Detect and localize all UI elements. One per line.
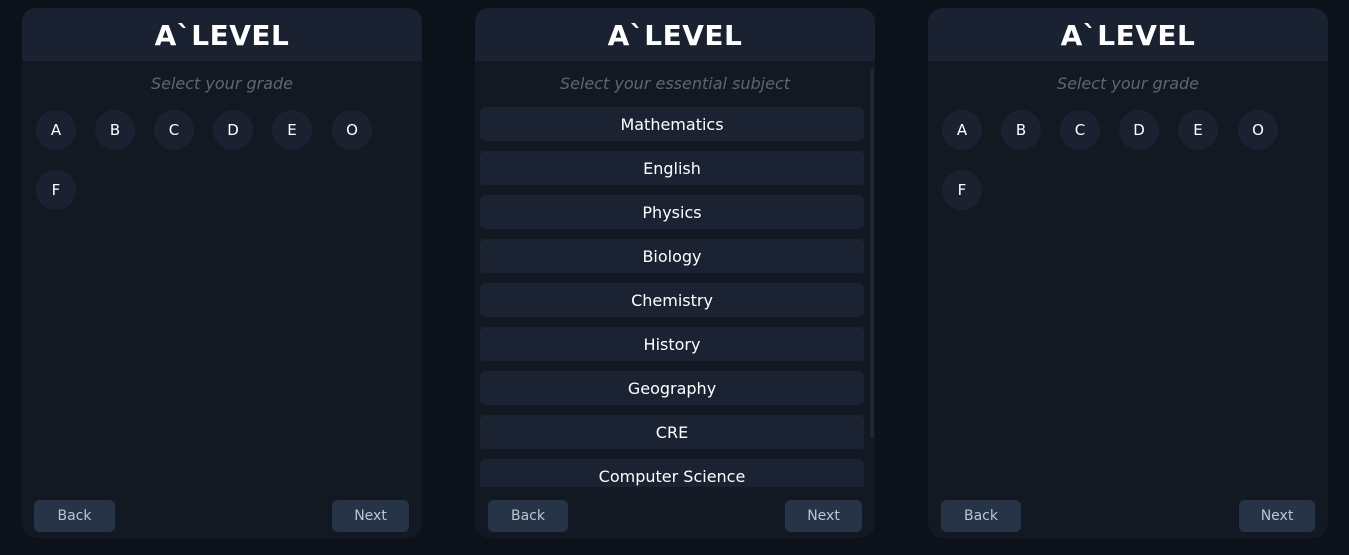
subject-option-mathematics[interactable]: Mathematics: [480, 107, 864, 141]
alevel-logo: A`LEVEL: [607, 19, 743, 52]
subject-card: A`LEVEL Select your essential subject Ma…: [475, 8, 875, 538]
grade-option-d[interactable]: D: [1119, 110, 1159, 150]
scrollbar-thumb[interactable]: [870, 68, 874, 438]
subject-option-biology[interactable]: Biology: [480, 239, 864, 273]
back-button[interactable]: Back: [488, 500, 568, 532]
card-header: A`LEVEL: [22, 8, 422, 61]
subject-option-history[interactable]: History: [480, 327, 864, 361]
subject-scrollbar[interactable]: [869, 68, 875, 438]
subject-option-geography[interactable]: Geography: [480, 371, 864, 405]
grade-option-o[interactable]: O: [1238, 110, 1278, 150]
alevel-logo: A`LEVEL: [1060, 19, 1196, 52]
next-button[interactable]: Next: [1239, 500, 1315, 532]
alevel-logo: A`LEVEL: [154, 19, 290, 52]
grade-option-f[interactable]: F: [36, 170, 76, 210]
back-button[interactable]: Back: [34, 500, 115, 532]
grade-option-b[interactable]: B: [1001, 110, 1041, 150]
grade-option-e[interactable]: E: [1178, 110, 1218, 150]
grade-option-c[interactable]: C: [1060, 110, 1100, 150]
grade-option-o[interactable]: O: [332, 110, 372, 150]
subject-option-chemistry[interactable]: Chemistry: [480, 283, 864, 317]
grade-option-b[interactable]: B: [95, 110, 135, 150]
grade-option-f[interactable]: F: [942, 170, 982, 210]
next-button[interactable]: Next: [785, 500, 862, 532]
card-header: A`LEVEL: [475, 8, 875, 61]
card-header: A`LEVEL: [928, 8, 1328, 61]
grade-option-a[interactable]: A: [942, 110, 982, 150]
grade-option-d[interactable]: D: [213, 110, 253, 150]
subject-prompt: Select your essential subject: [559, 74, 791, 93]
subject-option-computer-science[interactable]: Computer Science: [480, 459, 864, 487]
subject-list[interactable]: Mathematics English Physics Biology Chem…: [480, 107, 864, 487]
grade-prompt: Select your grade: [150, 74, 294, 93]
grade-card-right: A`LEVEL Select your grade A B C D E O F …: [928, 8, 1328, 538]
subject-option-physics[interactable]: Physics: [480, 195, 864, 229]
subject-option-english[interactable]: English: [480, 151, 864, 185]
next-button[interactable]: Next: [332, 500, 409, 532]
grade-option-c[interactable]: C: [154, 110, 194, 150]
grade-option-a[interactable]: A: [36, 110, 76, 150]
grade-option-e[interactable]: E: [272, 110, 312, 150]
back-button[interactable]: Back: [941, 500, 1021, 532]
subject-option-cre[interactable]: CRE: [480, 415, 864, 449]
grade-prompt: Select your grade: [1056, 74, 1200, 93]
grade-card-left: A`LEVEL Select your grade A B C D E O F …: [22, 8, 422, 538]
